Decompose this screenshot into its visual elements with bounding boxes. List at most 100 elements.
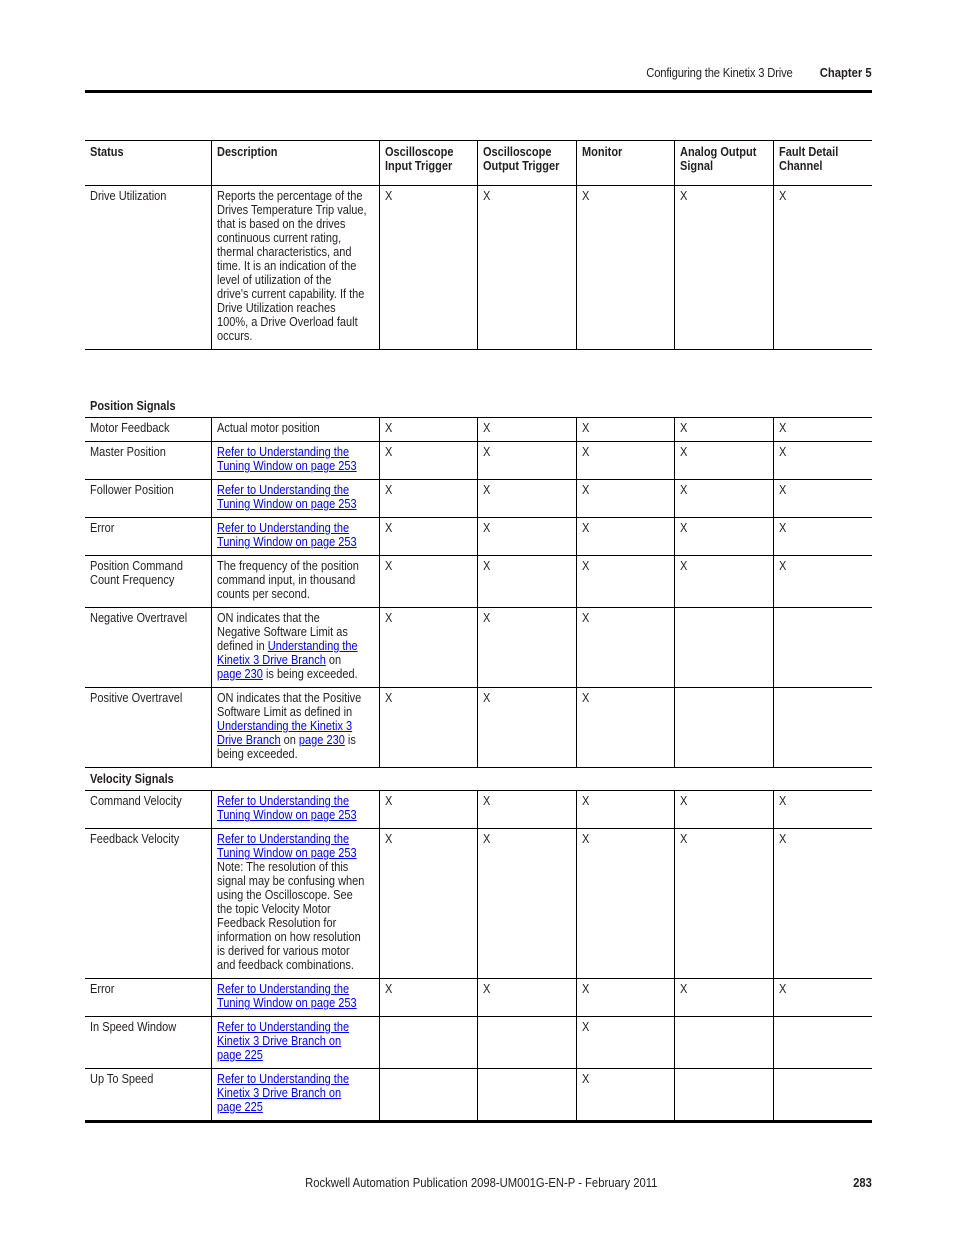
description-line: Reports the percentage of the — [217, 189, 363, 203]
column-header-line: Monitor — [581, 145, 622, 159]
monitor-cell: X — [575, 185, 674, 350]
description-text: level of utilization of the — [216, 273, 331, 287]
description-cell: Refer to Understanding the Tuning Window… — [210, 479, 379, 518]
description-line: page 230 is being exceeded. — [217, 667, 358, 681]
cross-reference-link[interactable]: Tuning Window on page 253 — [217, 808, 357, 822]
status-cell: Error — [85, 978, 211, 1017]
cross-reference-link[interactable]: Tuning Window on page 253 — [217, 497, 357, 511]
cross-reference-link[interactable]: Refer to Understanding the — [217, 794, 349, 808]
cross-reference-link[interactable]: Tuning Window on page 253 — [217, 996, 357, 1010]
cross-reference-link[interactable]: Refer to Understanding the — [217, 483, 349, 497]
fault-detail-cell: X — [772, 978, 873, 1017]
cross-reference-link[interactable]: Refer to Understanding the — [217, 1072, 349, 1086]
analog-output-cell: X — [673, 828, 773, 979]
description-line: Actual motor position — [217, 421, 355, 435]
cross-reference-link[interactable]: Tuning Window on page 253 — [217, 459, 357, 473]
table-row: Negative Overtravel ON indicates that the… — [85, 607, 873, 688]
description-line: Kinetix 3 Drive Branch on — [217, 1086, 355, 1100]
table-row: Follower Position Refer to Understanding … — [85, 479, 873, 518]
description-text: Negative Software Limit as — [216, 625, 348, 639]
cross-reference-link[interactable]: page 230 — [217, 667, 263, 681]
signals-table-main: Position Signals Motor Feedback Actual mot… — [85, 395, 873, 1123]
check-mark: X — [778, 982, 786, 996]
osc-input-trigger-cell: X — [378, 790, 477, 829]
description-line: Refer to Understanding the — [217, 521, 355, 535]
description-line: Tuning Window on page 253 — [217, 996, 357, 1010]
check-mark: X — [679, 189, 687, 203]
description-line: Drive Branch on page 230 is — [217, 733, 356, 747]
fault-detail-cell: X — [772, 479, 873, 518]
fault-detail-cell: X — [772, 790, 873, 829]
cross-reference-link[interactable]: Understanding the Kinetix 3 — [217, 719, 352, 733]
cross-reference-link[interactable]: page 230 — [298, 733, 344, 747]
monitor-cell: X — [575, 1016, 674, 1069]
check-mark: X — [384, 691, 392, 705]
status-name: Positive Overtravel — [90, 691, 183, 705]
status-name: Count Frequency — [90, 573, 175, 587]
fault-detail-cell: X — [772, 441, 873, 480]
cross-reference-link[interactable]: page 225 — [217, 1048, 263, 1062]
column-header-line: Output Trigger — [482, 159, 559, 173]
description-line: Refer to Understanding the — [217, 483, 355, 497]
osc-input-trigger-cell: X — [378, 687, 477, 768]
check-mark: X — [581, 421, 589, 435]
column-header-line: Status — [90, 145, 124, 159]
description-line: Refer to Understanding the — [217, 445, 355, 459]
column-header: Description — [210, 140, 379, 186]
analog-output-cell: X — [673, 555, 773, 608]
osc-input-trigger-cell: X — [378, 185, 477, 350]
monitor-cell: X — [575, 1068, 674, 1122]
check-mark: X — [581, 982, 589, 996]
cross-reference-link[interactable]: Drive Branch — [217, 733, 281, 747]
check-mark: X — [581, 691, 589, 705]
cross-reference-link[interactable]: Refer to Understanding the — [217, 521, 349, 535]
cross-reference-link[interactable]: Kinetix 3 Drive Branch — [217, 653, 326, 667]
cross-reference-link[interactable]: Refer to Understanding the — [217, 1020, 349, 1034]
check-mark: X — [384, 832, 392, 846]
description-text: Drive Utilization reaches — [216, 301, 336, 315]
column-header-line: Channel — [778, 159, 822, 173]
description-text: 100%, a Drive Overload fault — [216, 315, 358, 329]
cross-reference-link[interactable]: Kinetix 3 Drive Branch on — [217, 1034, 341, 1048]
analog-output-cell: X — [673, 479, 773, 518]
status-cell: Positive Overtravel — [85, 687, 211, 768]
osc-output-trigger-cell: X — [476, 417, 576, 442]
cross-reference-link[interactable]: Tuning Window on page 253 — [217, 846, 357, 860]
cross-reference-link[interactable]: Kinetix 3 Drive Branch on — [217, 1086, 341, 1100]
description-line: Drives Temperature Trip value, — [217, 203, 367, 217]
check-mark: X — [778, 445, 786, 459]
status-cell: Position Command Count Frequency — [85, 555, 211, 608]
column-header: Monitor — [575, 140, 674, 186]
fault-detail-cell: X — [772, 517, 873, 556]
osc-output-trigger-cell: X — [476, 978, 576, 1017]
status-cell: Negative Overtravel — [85, 607, 211, 688]
fault-detail-cell: X — [772, 417, 873, 442]
description-text: Drives Temperature Trip value, — [216, 203, 367, 217]
cross-reference-link[interactable]: page 225 — [217, 1100, 263, 1114]
description-line: the topic Velocity Motor — [217, 902, 355, 916]
status-name: Motor Feedback — [90, 421, 170, 435]
cross-reference-link[interactable]: Understanding the — [267, 639, 357, 653]
table-row: In Speed Window Refer to Understanding th… — [85, 1016, 873, 1069]
check-mark: X — [679, 521, 687, 535]
description-line: 100%, a Drive Overload fault — [216, 315, 358, 329]
chapter-label: Chapter 5 — [820, 66, 872, 80]
cross-reference-link[interactable]: Tuning Window on page 253 — [217, 535, 357, 549]
description-text: is derived for various motor — [216, 944, 350, 958]
description-line: thermal characteristics, and — [217, 245, 355, 259]
osc-output-trigger-cell — [476, 1068, 576, 1122]
description-line: Note: The resolution of this — [217, 860, 355, 874]
osc-output-trigger-cell: X — [476, 185, 576, 350]
cross-reference-link[interactable]: Refer to Understanding the — [217, 982, 349, 996]
description-text: information on how resolution — [216, 930, 361, 944]
cross-reference-link[interactable]: Refer to Understanding the — [217, 445, 349, 459]
analog-output-cell — [673, 687, 773, 768]
description-text: is — [344, 733, 356, 747]
description-line: Refer to Understanding the — [217, 832, 355, 846]
check-mark: X — [778, 483, 786, 497]
check-mark: X — [482, 982, 490, 996]
monitor-cell: X — [575, 479, 674, 518]
analog-output-cell: X — [673, 441, 773, 480]
analog-output-cell — [673, 1068, 773, 1122]
cross-reference-link[interactable]: Refer to Understanding the — [217, 832, 349, 846]
